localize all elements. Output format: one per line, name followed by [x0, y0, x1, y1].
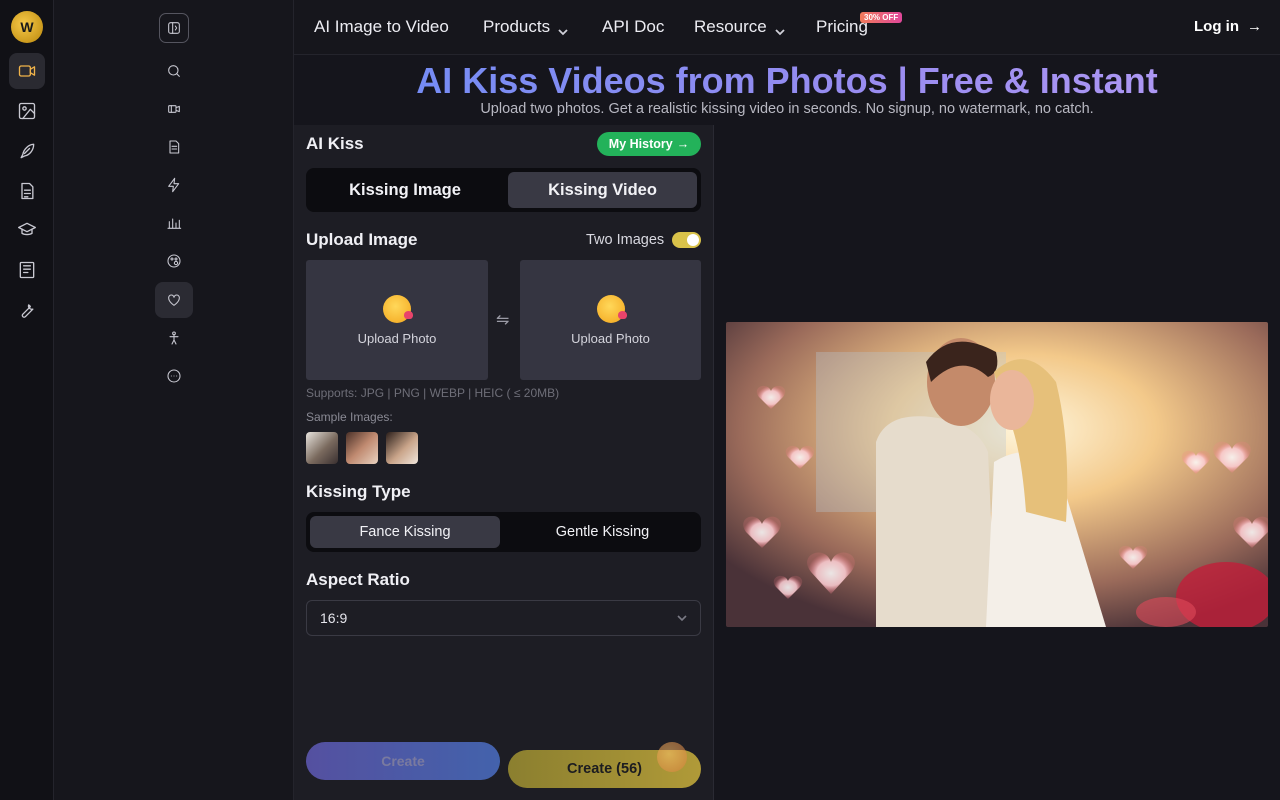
- heart-icon: [168, 294, 180, 306]
- pricing-discount-badge: 30% OFF: [860, 12, 903, 23]
- my-history-button[interactable]: My History →: [597, 132, 701, 156]
- app-logo[interactable]: W: [11, 11, 43, 43]
- toggle-knob: [687, 234, 699, 246]
- dance-icon: [169, 331, 179, 345]
- sidebar-item-effects[interactable]: [155, 167, 193, 203]
- graduation-cap-icon: [18, 222, 36, 236]
- sidebar-item-dance[interactable]: [155, 320, 193, 356]
- aspect-ratio-value: 16:9: [320, 610, 348, 626]
- document-icon: [21, 182, 34, 200]
- sidebar-item-more[interactable]: [155, 358, 193, 394]
- two-images-toggle[interactable]: [672, 232, 701, 248]
- sample-image-3[interactable]: [386, 432, 418, 464]
- sidebar-toggle-button[interactable]: [159, 13, 189, 43]
- nav-api-doc[interactable]: API Doc: [602, 17, 664, 37]
- pen-icon: [20, 143, 35, 159]
- video-icon: [18, 65, 36, 77]
- lightning-icon: [168, 177, 180, 193]
- rail-image-button[interactable]: [9, 93, 45, 129]
- rail-pen-button[interactable]: [9, 133, 45, 169]
- option-fance-kissing[interactable]: Fance Kissing: [310, 516, 500, 548]
- tab-kissing-image[interactable]: Kissing Image: [310, 172, 500, 208]
- rail-video-button[interactable]: [9, 53, 45, 89]
- rail-education-button[interactable]: [9, 212, 45, 248]
- chevron-down-icon: [677, 615, 687, 622]
- upload-photo-1-label: Upload Photo: [357, 330, 437, 346]
- option-gentle-kissing[interactable]: Gentle Kissing: [508, 516, 697, 548]
- supported-formats: Supports: JPG | PNG | WEBP | HEIC ( ≤ 20…: [306, 386, 560, 400]
- panel-title: AI Kiss: [306, 134, 364, 153]
- sidebar-item-video[interactable]: [155, 91, 193, 127]
- palette-icon: [167, 254, 181, 268]
- sidebar-toggle-icon: [168, 22, 180, 34]
- tab-kissing-video[interactable]: Kissing Video: [508, 172, 697, 208]
- chevron-down-icon: [775, 22, 785, 36]
- secondary-sidebar: [54, 0, 294, 800]
- aspect-ratio-select[interactable]: 16:9: [306, 600, 701, 636]
- sidebar-item-file[interactable]: [155, 129, 193, 165]
- aspect-ratio-label: Aspect Ratio: [306, 570, 410, 589]
- page-title: AI Kiss Videos from Photos | Free & Inst…: [294, 60, 1280, 102]
- kiss-emoji-icon: [596, 294, 627, 323]
- sample-image-2[interactable]: [346, 432, 378, 464]
- swap-icon[interactable]: ⇋: [496, 310, 509, 330]
- sample-images-label: Sample Images:: [306, 410, 393, 424]
- image-icon: [18, 102, 36, 120]
- two-images-label: Two Images: [586, 232, 665, 248]
- sample-image-1[interactable]: [306, 432, 338, 464]
- page-subtitle: Upload two photos. Get a realistic kissi…: [480, 101, 1094, 117]
- upload-photo-1[interactable]: Upload Photo: [306, 260, 488, 380]
- top-nav: AI Image to Video Products API Doc Resou…: [294, 0, 1280, 55]
- sidebar-item-style[interactable]: [155, 243, 193, 279]
- create-with-credits-button[interactable]: Create (56): [508, 742, 701, 788]
- kiss-emoji-icon: [383, 294, 413, 323]
- chevron-down-icon: [558, 22, 568, 36]
- upload-photo-2-label: Upload Photo: [571, 330, 650, 346]
- news-icon: [19, 261, 35, 279]
- arrow-right-icon: →: [676, 137, 690, 151]
- search-icon: [168, 65, 180, 77]
- upload-photo-2[interactable]: Upload Photo: [520, 260, 701, 380]
- kissing-type-label: Kissing Type: [306, 482, 411, 501]
- sidebar-item-search[interactable]: [155, 53, 193, 89]
- file-icon: [169, 140, 180, 154]
- rail-tools-button[interactable]: [9, 292, 45, 328]
- preview-image: [726, 322, 1268, 627]
- kissing-type-tabs: Fance Kissing Gentle Kissing: [306, 512, 701, 552]
- wrench-icon: [21, 304, 34, 318]
- rail-document-button[interactable]: [9, 173, 45, 209]
- login-button[interactable]: Log in →: [1194, 18, 1262, 35]
- sidebar-item-kiss[interactable]: [155, 282, 193, 318]
- video-clip-icon: [168, 105, 180, 113]
- sidebar-item-stats[interactable]: [155, 205, 193, 241]
- icon-rail: W: [0, 0, 54, 800]
- upload-label: Upload Image: [306, 230, 418, 249]
- credit-coin-icon: [657, 742, 687, 772]
- nav-ai-image-to-video[interactable]: AI Image to Video: [314, 17, 449, 37]
- create-button[interactable]: Create: [306, 742, 500, 780]
- more-icon: [167, 369, 181, 383]
- rail-news-button[interactable]: [9, 252, 45, 288]
- bar-chart-icon: [167, 218, 182, 229]
- couple-kissing-image: [726, 322, 1268, 627]
- mode-tabs: Kissing Image Kissing Video: [306, 168, 701, 212]
- generator-panel: AI Kiss My History → Kissing Image Kissin…: [294, 125, 714, 800]
- nav-products[interactable]: Products: [483, 17, 568, 37]
- arrow-right-icon: →: [1247, 18, 1262, 35]
- nav-resource[interactable]: Resource: [694, 17, 785, 37]
